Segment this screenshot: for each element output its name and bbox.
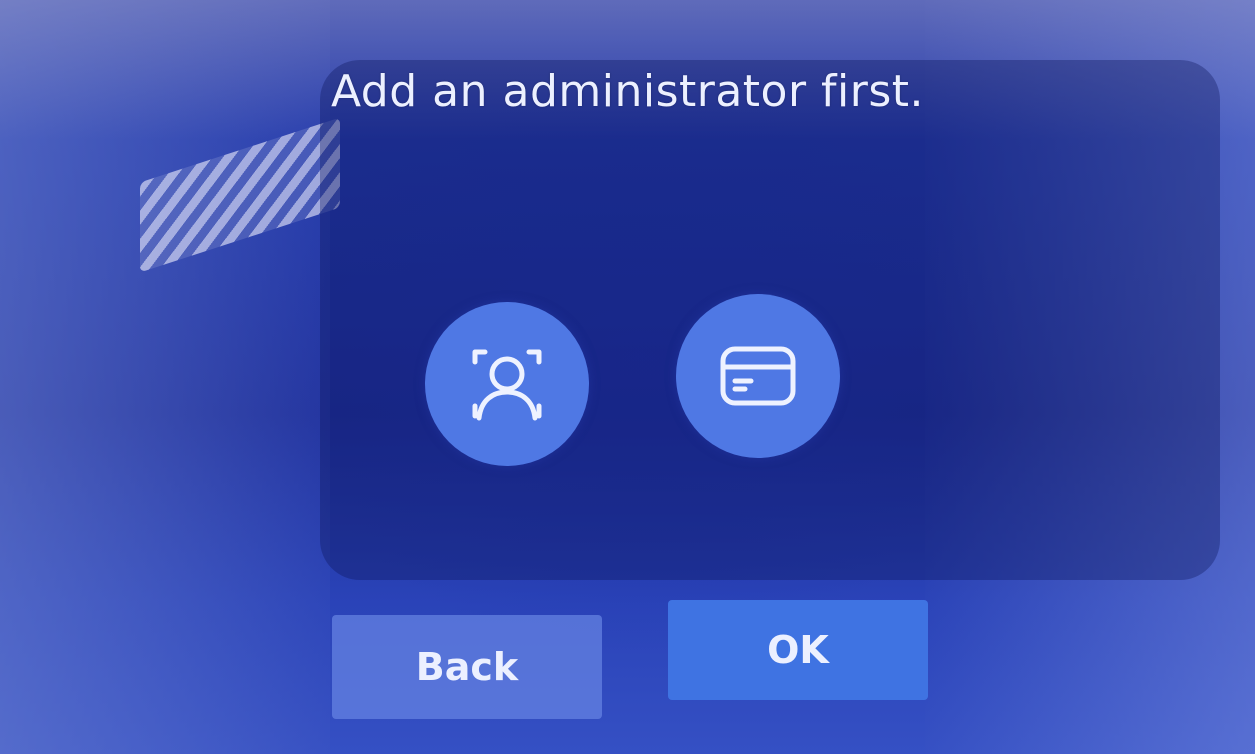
ok-button-label: OK (767, 628, 829, 672)
back-button[interactable]: Back (332, 615, 602, 719)
ok-button[interactable]: OK (668, 600, 928, 700)
device-screen: Add an administrator first. Back OK (0, 0, 1255, 754)
dialog-title-text: Add an administrator first. (330, 66, 925, 117)
card-icon (719, 345, 797, 407)
back-button-label: Back (415, 645, 519, 689)
face-scan-icon (465, 342, 549, 426)
dialog-title: Add an administrator first. (0, 66, 1255, 117)
face-enroll-button[interactable] (425, 302, 589, 466)
card-enroll-button[interactable] (676, 294, 840, 458)
